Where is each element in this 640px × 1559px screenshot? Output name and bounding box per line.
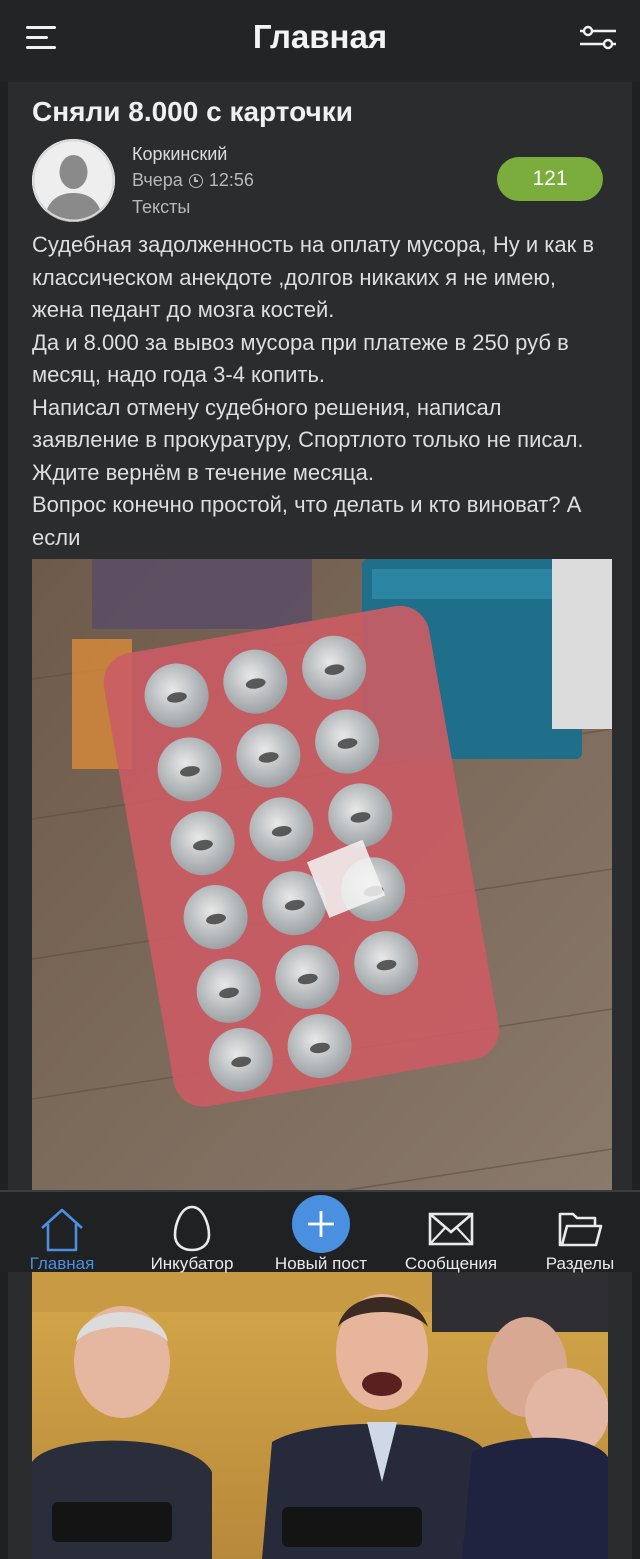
- post-paragraph: Вопрос конечно простой, что делать и кто…: [32, 492, 582, 550]
- clock-icon: [188, 173, 203, 188]
- post-paragraph: Да и 8.000 за вывоз мусора при платеже в…: [32, 329, 569, 388]
- page-title: Главная: [252, 18, 388, 55]
- nav-home[interactable]: Главная: [14, 1192, 110, 1274]
- post-section[interactable]: Тексты: [132, 197, 190, 218]
- filter-settings-icon[interactable]: [578, 22, 618, 54]
- post-time: 12:56: [208, 170, 254, 190]
- nav-sections[interactable]: Разделы: [534, 1192, 626, 1274]
- post-paragraph: Написал отмену судебного решения, написа…: [32, 394, 584, 485]
- post-meta: Вчера 12:56: [132, 170, 254, 191]
- author-name[interactable]: Коркинский: [132, 144, 227, 165]
- nav-messages[interactable]: Сообщения: [398, 1192, 504, 1274]
- nav-messages-label: Сообщения: [404, 1254, 498, 1273]
- avatar[interactable]: [32, 139, 115, 222]
- nav-incubator-label: Инкубатор: [150, 1254, 234, 1273]
- post-paragraph: Судебная задолженность на оплату мусора,…: [32, 232, 595, 322]
- bottom-navigation: Главная Инкубатор Новый пост Сообщения Р…: [0, 1190, 640, 1274]
- nav-sections-label: Разделы: [545, 1254, 615, 1273]
- home-icon: [41, 1208, 83, 1252]
- post-title[interactable]: Сняли 8.000 с карточки: [32, 96, 353, 128]
- plus-icon: [292, 1195, 350, 1253]
- post-image-duma[interactable]: [32, 1272, 608, 1559]
- nav-home-label: Главная: [29, 1254, 95, 1273]
- egg-icon: [173, 1205, 211, 1252]
- nav-new-post-label: Новый пост: [274, 1254, 368, 1273]
- rating-badge[interactable]: 121: [497, 157, 603, 201]
- post-date: Вчера: [132, 170, 183, 190]
- post-image-cans[interactable]: [32, 559, 612, 1192]
- envelope-icon: [428, 1212, 474, 1246]
- nav-incubator[interactable]: Инкубатор: [140, 1192, 244, 1274]
- top-bar: Главная: [0, 0, 640, 82]
- folder-icon: [558, 1212, 603, 1247]
- nav-new-post[interactable]: Новый пост: [266, 1192, 376, 1274]
- post-body: Судебная задолженность на оплату мусора,…: [32, 229, 612, 554]
